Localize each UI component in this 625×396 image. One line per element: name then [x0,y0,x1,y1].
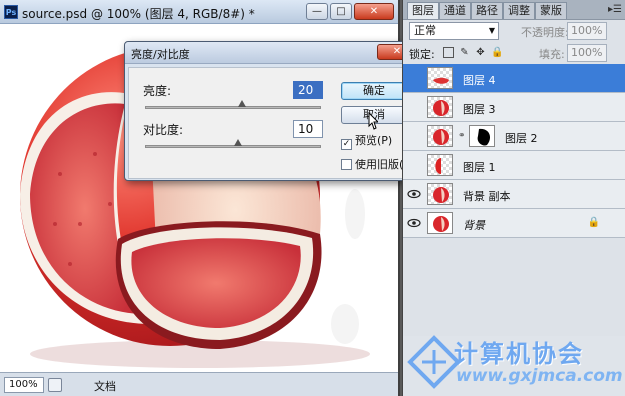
mouse-pointer-icon [368,112,378,130]
brightness-label: 亮度: [143,84,172,98]
ok-button[interactable]: 确定 [341,82,407,100]
visibility-eye-icon[interactable] [407,188,421,200]
mask-link-icon[interactable]: ⚭ [458,131,466,141]
layer-row[interactable]: 背景 副本 [403,180,625,209]
dialog-body: 亮度: 20 对比度: 10 确定 取消 ✓ 预览(P) 使用旧版(L) [128,67,418,179]
layer-mask-thumbnail[interactable] [469,125,495,147]
layer-name: 图层 2 [505,132,538,145]
layer-row[interactable]: 图层 3 [403,93,625,122]
brightness-contrast-dialog: 亮度/对比度 ✕ 亮度: 20 对比度: 10 确定 取消 ✓ 预览(P) 使用旧… [124,41,422,181]
layers-list: 图层 4 图层 3 ⚭ 图层 2 图层 1 背景 副本背景 🔒 [403,64,625,238]
lock-row: 锁定: ✎ ✥ 🔒 填充: 100% [403,42,625,64]
document-title: source.psd @ 100% (图层 4, RGB/8#) * [22,7,255,21]
visibility-eye-icon[interactable] [407,217,421,229]
blend-row: 正常 ▼ 不透明度: 100% [403,20,625,42]
layer-thumbnail [427,125,453,147]
close-button[interactable]: ✕ [354,3,394,20]
layer-name: 图层 1 [463,161,496,174]
photoshop-app-icon: Ps [4,5,18,19]
tab-adjustments[interactable]: 调整 [503,2,535,19]
panel-empty-area [403,336,625,396]
opacity-input[interactable]: 100% [567,22,607,40]
legacy-check-icon [341,159,352,170]
window-controls: — □ ✕ [304,3,394,20]
contrast-slider-track[interactable] [145,145,321,148]
brightness-input[interactable]: 20 [293,81,323,99]
layers-panel: 图层 通道 路径 调整 蒙版 ▸☰ 正常 ▼ 不透明度: 100% 锁定: ✎ … [402,0,625,396]
fill-input[interactable]: 100% [567,44,607,62]
visibility-eye-icon[interactable] [407,159,421,171]
contrast-slider-thumb[interactable] [234,139,243,146]
visibility-eye-icon[interactable] [407,130,421,142]
layer-name: 背景 [463,219,485,232]
photoshop-workspace: Ps source.psd @ 100% (图层 4, RGB/8#) * — … [0,0,625,396]
layer-name: 图层 4 [463,74,496,87]
lock-all-icon[interactable]: 🔒 [491,47,503,58]
layer-thumbnail [427,96,453,118]
blend-mode-select[interactable]: 正常 ▼ [409,22,499,40]
layer-thumbnail [427,67,453,89]
lock-move-icon[interactable]: ✥ [475,47,486,58]
lock-transparent-icon[interactable] [443,47,454,58]
brightness-slider-thumb[interactable] [237,100,246,107]
maximize-button[interactable]: □ [330,3,352,20]
tab-masks[interactable]: 蒙版 [535,2,567,19]
status-info-icon[interactable] [48,378,62,392]
brightness-slider-track[interactable] [145,106,321,109]
layer-thumbnail [427,212,453,234]
contrast-label: 对比度: [143,123,184,137]
tab-paths[interactable]: 路径 [471,2,503,19]
blend-mode-value: 正常 [414,24,436,37]
tab-layers[interactable]: 图层 [407,2,439,19]
lock-label: 锁定: [409,48,435,61]
document-titlebar[interactable]: Ps source.psd @ 100% (图层 4, RGB/8#) * — … [0,0,398,24]
opacity-label: 不透明度: [521,26,569,39]
lock-paint-icon[interactable]: ✎ [459,47,470,58]
fill-label: 填充: [539,48,565,61]
chevron-down-icon: ▼ [488,26,495,35]
contrast-input[interactable]: 10 [293,120,323,138]
layer-lock-icon: 🔒 [587,217,600,228]
layer-name: 图层 3 [463,103,496,116]
layer-row[interactable]: 图层 1 [403,151,625,180]
status-doc-label: 文档 [94,380,116,393]
layer-thumbnail [427,183,453,205]
layer-row[interactable]: ⚭ 图层 2 [403,122,625,151]
preview-checkbox[interactable]: ✓ 预览(P) [341,132,392,150]
dialog-titlebar[interactable]: 亮度/对比度 ✕ [125,42,421,64]
preview-check-icon: ✓ [341,139,352,150]
layer-row[interactable]: 背景 🔒 [403,209,625,238]
layer-thumbnail [427,154,453,176]
zoom-level-field[interactable]: 100% [4,377,44,393]
layer-name: 背景 副本 [463,190,511,203]
visibility-eye-icon[interactable] [407,72,421,84]
tab-channels[interactable]: 通道 [439,2,471,19]
minimize-button[interactable]: — [306,3,328,20]
visibility-eye-icon[interactable] [407,101,421,113]
status-bar: 100% 文档 [0,372,398,396]
preview-label: 预览(P) [355,134,393,147]
panel-menu-icon[interactable]: ▸☰ [608,4,622,15]
dialog-title: 亮度/对比度 [131,48,190,61]
panel-tabs: 图层 通道 路径 调整 蒙版 ▸☰ [403,0,625,20]
layer-row[interactable]: 图层 4 [403,64,625,93]
